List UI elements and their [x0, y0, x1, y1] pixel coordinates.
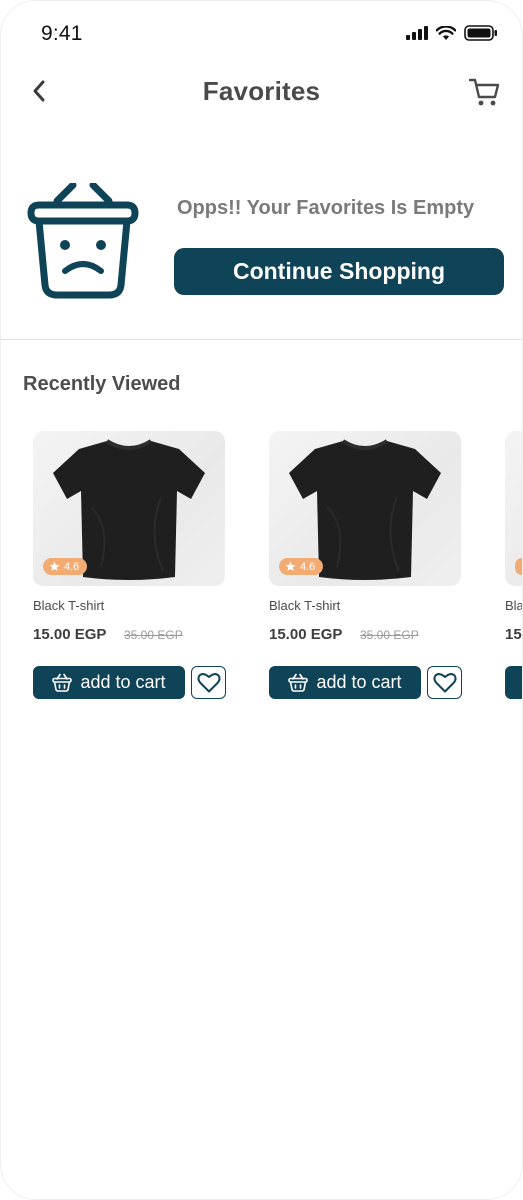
product-name: Bla	[505, 598, 523, 613]
recently-viewed-list[interactable]: 4.6 Black T-shirt 15.00 EGP 35.00 EGP ad…	[33, 431, 523, 711]
sad-basket-icon	[27, 183, 139, 299]
product-old-price: 35.00 EGP	[124, 628, 183, 642]
add-to-cart-label: add to cart	[316, 672, 402, 692]
basket-icon	[288, 673, 309, 692]
rating-badge: 4.6	[279, 558, 324, 575]
signal-icon	[406, 26, 428, 40]
rating-badge	[515, 558, 522, 575]
product-name: Black T-shirt	[269, 598, 341, 613]
cart-icon	[468, 78, 500, 106]
add-to-cart-button[interactable]	[505, 666, 522, 699]
heart-icon	[196, 673, 221, 693]
status-time: 9:41	[41, 22, 83, 45]
product-card-partial[interactable]: Bla 15	[505, 431, 523, 701]
star-icon	[285, 561, 296, 571]
rating-badge: 4.6	[43, 558, 88, 575]
basket-icon	[52, 673, 73, 692]
phone-screen: 9:41 Favorites Opps!! Your Favorites Is …	[0, 0, 523, 1200]
heart-icon	[432, 673, 457, 693]
product-card[interactable]: 4.6 Black T-shirt 15.00 EGP 35.00 EGP ad…	[269, 431, 469, 701]
product-image[interactable]: 4.6	[33, 431, 225, 586]
empty-favorites-message: Opps!! Your Favorites Is Empty	[177, 197, 475, 219]
battery-icon	[464, 25, 497, 41]
star-icon	[49, 561, 60, 571]
favorite-button[interactable]	[191, 666, 226, 699]
add-to-cart-button[interactable]: add to cart	[269, 666, 421, 699]
wifi-icon	[436, 25, 456, 40]
status-icons	[406, 25, 498, 41]
recently-viewed-title: Recently Viewed	[23, 373, 181, 395]
product-image[interactable]	[505, 431, 522, 586]
product-price: 15.00 EGP	[33, 626, 107, 643]
add-to-cart-label: add to cart	[80, 672, 166, 692]
continue-shopping-button[interactable]: Continue Shopping	[174, 248, 504, 295]
product-name: Black T-shirt	[33, 598, 105, 613]
add-to-cart-button[interactable]: add to cart	[33, 666, 185, 699]
rating-value: 4.6	[64, 560, 80, 573]
product-price: 15	[505, 626, 522, 643]
page-title: Favorites	[202, 76, 321, 106]
section-divider	[1, 339, 522, 340]
favorite-button[interactable]	[427, 666, 462, 699]
product-card[interactable]: 4.6 Black T-shirt 15.00 EGP 35.00 EGP ad…	[33, 431, 233, 701]
product-image[interactable]: 4.6	[269, 431, 461, 586]
product-old-price: 35.00 EGP	[360, 628, 419, 642]
product-price: 15.00 EGP	[269, 626, 343, 643]
rating-value: 4.6	[300, 560, 316, 573]
cart-button[interactable]	[468, 75, 502, 109]
